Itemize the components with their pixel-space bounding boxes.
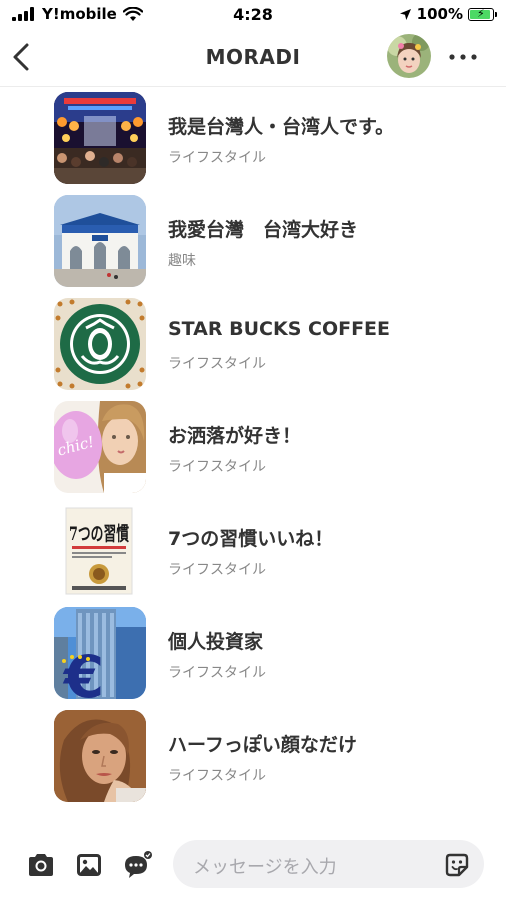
group-thumbnail	[54, 298, 146, 390]
message-input[interactable]: メッセージを入力	[173, 840, 484, 888]
group-category: ライフスタイル	[168, 459, 266, 475]
image-button[interactable]	[74, 850, 104, 880]
camera-button[interactable]	[26, 850, 56, 880]
group-category: ライフスタイル	[168, 356, 266, 372]
euro-sign-text: €	[62, 643, 104, 699]
list-item[interactable]: 7つの習慣 7つの習慣いいね！ ライフスタイル	[0, 500, 506, 598]
group-category: ライフスタイル	[168, 562, 266, 578]
sticker-icon	[445, 853, 469, 877]
list-item[interactable]: 我是台灣人・台湾人です。 ライフスタイル	[0, 88, 506, 186]
carrier-label: Y!mobile	[42, 5, 117, 23]
group-thumbnail	[54, 710, 146, 802]
group-title: お洒落が好き！	[168, 425, 302, 447]
battery-icon: ⚡	[468, 6, 497, 21]
message-placeholder: メッセージを入力	[193, 857, 337, 878]
group-thumbnail	[54, 195, 146, 287]
status-bar: Y!mobile 4:28 100% ⚡	[0, 0, 506, 30]
group-thumbnail: chic!	[54, 401, 146, 493]
group-category: 趣味	[168, 253, 196, 269]
list-item[interactable]: 我愛台灣 台湾大好き 趣味	[0, 191, 506, 289]
group-category: ライフスタイル	[168, 665, 266, 681]
group-title: 個人投資家	[168, 631, 264, 653]
group-thumbnail: 7つの習慣	[54, 504, 146, 596]
location-arrow-icon	[399, 8, 411, 20]
chat-bubble-icon	[125, 850, 153, 878]
ellipsis-icon	[449, 54, 477, 60]
group-thumbnail: €	[54, 607, 146, 699]
group-title: STAR BUCKS COFFEE	[168, 318, 391, 340]
avatar-image	[387, 34, 431, 78]
status-right: 100% ⚡	[399, 5, 497, 23]
message-composer: メッセージを入力	[0, 832, 506, 900]
group-category: ライフスタイル	[168, 150, 266, 166]
navigation-bar: MORADI	[0, 30, 506, 87]
battery-percent: 100%	[416, 5, 463, 23]
avatar[interactable]	[387, 34, 431, 78]
group-title: 我是台灣人・台湾人です。	[168, 116, 395, 138]
list-item[interactable]: STAR BUCKS COFFEE ライフスタイル	[0, 294, 506, 392]
status-left: Y!mobile	[12, 5, 143, 23]
group-thumbnail	[54, 92, 146, 184]
book-title-text: 7つの習慣	[69, 522, 129, 545]
camera-icon	[29, 854, 53, 876]
image-icon	[77, 854, 101, 876]
group-title: 我愛台灣 台湾大好き	[168, 219, 359, 241]
more-button[interactable]	[446, 42, 480, 72]
list-item[interactable]: chic! お洒落が好き！ ライフスタイル	[0, 397, 506, 495]
group-category: ライフスタイル	[168, 768, 266, 784]
charging-bolt-icon: ⚡	[477, 6, 485, 20]
sticker-button[interactable]	[444, 852, 470, 878]
chat-bubble-button[interactable]	[122, 850, 153, 880]
group-title: 7つの習慣いいね！	[168, 528, 334, 550]
list-item[interactable]: € 個人投資家 ライフスタイル	[0, 603, 506, 701]
list-item[interactable]: ハーフっぽい顔なだけ ライフスタイル	[0, 706, 506, 804]
group-title: ハーフっぽい顔なだけ	[168, 734, 357, 756]
wifi-icon	[122, 6, 143, 21]
signal-icon	[12, 7, 34, 21]
